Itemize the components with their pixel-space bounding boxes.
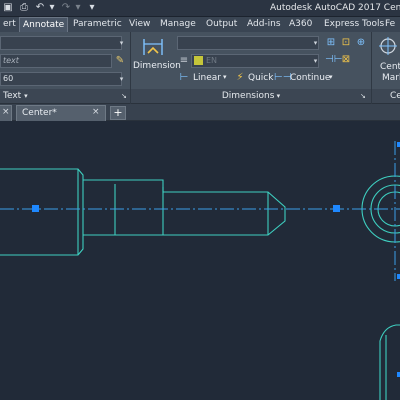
text-panel-settings-icon[interactable]: ↘ <box>121 89 127 103</box>
quick-button[interactable]: Quick <box>248 73 273 83</box>
continue-button[interactable]: Continue <box>290 73 330 83</box>
redo-dropdown-icon[interactable]: ▾ <box>72 2 84 14</box>
tab-a360[interactable]: A360 <box>286 17 315 32</box>
grip-left <box>32 205 39 212</box>
layer-color-swatch <box>194 56 203 65</box>
text-style-dropdown-icon[interactable]: ▾ <box>117 37 126 49</box>
save-icon[interactable]: ▣ <box>2 2 14 14</box>
drawing-geometry <box>0 141 400 400</box>
tab-annotate[interactable]: Annotate <box>19 17 69 32</box>
linear-dimension-icon: ⊢ <box>179 72 189 83</box>
linear-button[interactable]: Linear <box>193 73 221 83</box>
tab-addins[interactable]: Add-ins <box>244 17 284 32</box>
linear-dropdown-icon[interactable]: ▾ <box>223 73 227 81</box>
dimension-tools-icon-1[interactable]: ⊞ <box>325 37 337 49</box>
document-tab-label: Center* <box>22 108 57 118</box>
customize-toolbar-icon[interactable]: ▾ <box>86 2 98 14</box>
undo-icon[interactable]: ↶ <box>34 2 46 14</box>
print-icon[interactable]: ⎙ <box>18 2 30 14</box>
quick-dimension-icon: ⚡ <box>236 72 244 83</box>
centerlines-panel-label[interactable]: Ce <box>372 89 400 103</box>
tab-featured[interactable]: Fe <box>382 17 398 32</box>
dimension-style-combo[interactable] <box>177 36 319 50</box>
close-tab-icon[interactable]: × <box>2 107 10 117</box>
continue-dropdown-icon[interactable]: ▾ <box>329 73 333 81</box>
dimension-style-dropdown-icon[interactable]: ▾ <box>311 37 320 49</box>
tab-express-tools[interactable]: Express Tools <box>321 17 387 32</box>
close-tab-icon[interactable]: × <box>92 107 100 117</box>
center-mark-label[interactable]: Cente <box>380 62 400 72</box>
text-panel-label[interactable]: Text ▾ ↘ <box>0 89 130 103</box>
continue-dimension-icon: ⊢⊣ <box>274 72 292 83</box>
dimension-tools-icon-3[interactable]: ⊣⊢ <box>325 54 342 66</box>
dimension-tools-icon-4[interactable]: ⊠ <box>340 54 352 66</box>
undo-dropdown-icon[interactable]: ▾ <box>46 2 58 14</box>
app-title: Autodesk AutoCAD 2017 Center <box>270 3 400 13</box>
dimension-button[interactable]: Dimension <box>133 61 181 71</box>
dimension-tools-icon-5[interactable]: ⊕ <box>355 37 367 49</box>
lower-part-outline <box>379 324 400 400</box>
text-height-dropdown-icon[interactable]: ▾ <box>117 73 126 85</box>
dimension-tools-icon-2[interactable]: ⊡ <box>340 37 352 49</box>
grip-right <box>333 205 340 212</box>
tab-parametric[interactable]: Parametric <box>70 17 125 32</box>
center-mark-label-2[interactable]: Mark <box>382 73 400 83</box>
center-mark-icon[interactable] <box>378 36 398 56</box>
text-panel-expand-icon[interactable]: ▾ <box>24 92 28 100</box>
tab-output[interactable]: Output <box>203 17 240 32</box>
shaft-outline <box>0 168 84 256</box>
dimension-layer-combo[interactable]: EN <box>191 54 319 68</box>
dimensions-panel-expand-icon[interactable]: ▾ <box>274 92 281 100</box>
find-replace-icon[interactable]: ✎ <box>114 55 126 67</box>
tab-view[interactable]: View <box>126 17 153 32</box>
dimensions-panel-label[interactable]: Dimensions ▾ ↘ <box>131 89 371 103</box>
dimension-icon[interactable] <box>141 36 165 58</box>
text-height-combo[interactable]: 60 <box>0 72 122 86</box>
dim-layer-icon: ≡ <box>179 55 189 66</box>
find-text-input[interactable]: text <box>0 54 112 68</box>
tab-insert[interactable]: ert <box>0 17 19 32</box>
text-style-combo[interactable] <box>0 36 122 50</box>
dimensions-panel-settings-icon[interactable]: ↘ <box>360 89 366 103</box>
shaft-middle-section <box>83 179 286 236</box>
tab-manage[interactable]: Manage <box>157 17 199 32</box>
redo-icon[interactable]: ↷ <box>60 2 72 14</box>
new-tab-button[interactable]: + <box>110 106 126 120</box>
dimension-layer-dropdown-icon[interactable]: ▾ <box>311 55 320 67</box>
